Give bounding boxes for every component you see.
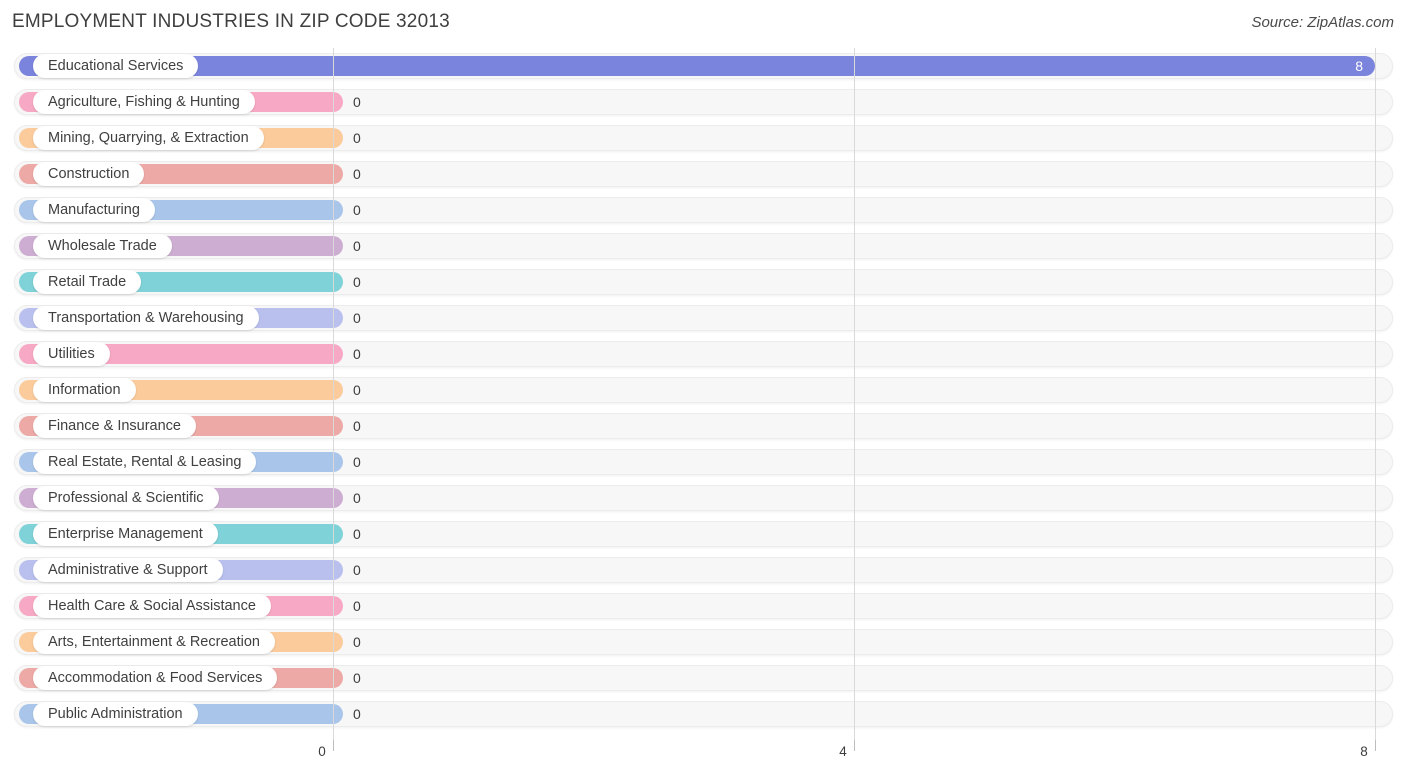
bar-row[interactable]: Wholesale Trade 0 <box>0 228 1406 264</box>
bar-value-label: 0 <box>353 310 361 326</box>
bar-category-label: Public Administration <box>33 702 198 726</box>
bar-row[interactable]: Enterprise Management 0 <box>0 516 1406 552</box>
bar-category-label: Enterprise Management <box>33 522 218 546</box>
bar-category-label: Accommodation & Food Services <box>33 666 278 690</box>
chart-plot-area: Educational Services 8 Agriculture, Fishin… <box>0 48 1406 740</box>
bar-row[interactable]: Health Care & Social Assistance 0 <box>0 588 1406 624</box>
bar-row[interactable]: Transportation & Warehousing 0 <box>0 300 1406 336</box>
bar-row[interactable]: Educational Services 8 <box>0 48 1406 84</box>
bar-value-label: 0 <box>353 94 361 110</box>
axis-tick-label: 0 <box>318 744 326 759</box>
bar-row[interactable]: Agriculture, Fishing & Hunting 0 <box>0 84 1406 120</box>
bar-value-label: 0 <box>353 418 361 434</box>
axis-tick-label: 4 <box>839 744 847 759</box>
bar-value-label: 0 <box>353 454 361 470</box>
bar-value-label: 0 <box>353 526 361 542</box>
bar-category-label: Agriculture, Fishing & Hunting <box>33 90 255 114</box>
bar-row[interactable]: Real Estate, Rental & Leasing 0 <box>0 444 1406 480</box>
bar-rows: Educational Services 8 Agriculture, Fishin… <box>0 48 1406 732</box>
bar-row[interactable]: Professional & Scientific 0 <box>0 480 1406 516</box>
bar-row[interactable]: Accommodation & Food Services 0 <box>0 660 1406 696</box>
bar-row[interactable]: Finance & Insurance 0 <box>0 408 1406 444</box>
bar-value-label: 0 <box>353 382 361 398</box>
source-attribution: Source: ZipAtlas.com <box>1251 14 1394 31</box>
bar-value-label: 0 <box>353 274 361 290</box>
bar-row[interactable]: Information 0 <box>0 372 1406 408</box>
bar-category-label: Administrative & Support <box>33 558 223 582</box>
chart-header: EMPLOYMENT INDUSTRIES IN ZIP CODE 32013 … <box>0 0 1406 48</box>
bar-category-label: Arts, Entertainment & Recreation <box>33 630 275 654</box>
bar-category-label: Utilities <box>33 342 110 366</box>
bar-value-label: 0 <box>353 130 361 146</box>
bar-row[interactable]: Utilities 0 <box>0 336 1406 372</box>
bar-row[interactable]: Arts, Entertainment & Recreation 0 <box>0 624 1406 660</box>
axis-tick-mark <box>1375 740 1376 751</box>
bar-value-label: 0 <box>353 202 361 218</box>
bar-row[interactable]: Construction 0 <box>0 156 1406 192</box>
bar-row[interactable]: Administrative & Support 0 <box>0 552 1406 588</box>
bar-category-label: Educational Services <box>33 54 199 78</box>
bar-value-label: 0 <box>353 238 361 254</box>
bar-category-label: Transportation & Warehousing <box>33 306 259 330</box>
axis-tick-mark <box>333 740 334 751</box>
axis-tick-label: 8 <box>1360 744 1368 759</box>
bar-row[interactable]: Mining, Quarrying, & Extraction 0 <box>0 120 1406 156</box>
bar-value-label: 0 <box>353 490 361 506</box>
bar-category-label: Health Care & Social Assistance <box>33 594 271 618</box>
bar-value-label: 0 <box>353 670 361 686</box>
bar-category-label: Mining, Quarrying, & Extraction <box>33 126 264 150</box>
bar-category-label: Information <box>33 378 136 402</box>
bar-row[interactable]: Retail Trade 0 <box>0 264 1406 300</box>
bar-category-label: Real Estate, Rental & Leasing <box>33 450 257 474</box>
bar-value-label: 0 <box>353 562 361 578</box>
bar-category-label: Construction <box>33 162 145 186</box>
bar-value-label: 0 <box>353 346 361 362</box>
bar-row[interactable]: Public Administration 0 <box>0 696 1406 732</box>
bar-category-label: Professional & Scientific <box>33 486 219 510</box>
bar-category-label: Manufacturing <box>33 198 155 222</box>
bar-category-label: Retail Trade <box>33 270 142 294</box>
bar-value-label: 0 <box>353 634 361 650</box>
bar[interactable] <box>19 56 1375 76</box>
axis-tick-mark <box>854 740 855 751</box>
bar-category-label: Finance & Insurance <box>33 414 196 438</box>
bar-category-label: Wholesale Trade <box>33 234 172 258</box>
bar-value-label: 0 <box>353 598 361 614</box>
x-axis: 0 4 8 <box>0 740 1406 777</box>
bar-value-label: 0 <box>353 166 361 182</box>
page-title: EMPLOYMENT INDUSTRIES IN ZIP CODE 32013 <box>12 11 450 32</box>
bar-value-label: 0 <box>353 706 361 722</box>
bar-value-label: 8 <box>1355 58 1363 74</box>
bar-row[interactable]: Manufacturing 0 <box>0 192 1406 228</box>
